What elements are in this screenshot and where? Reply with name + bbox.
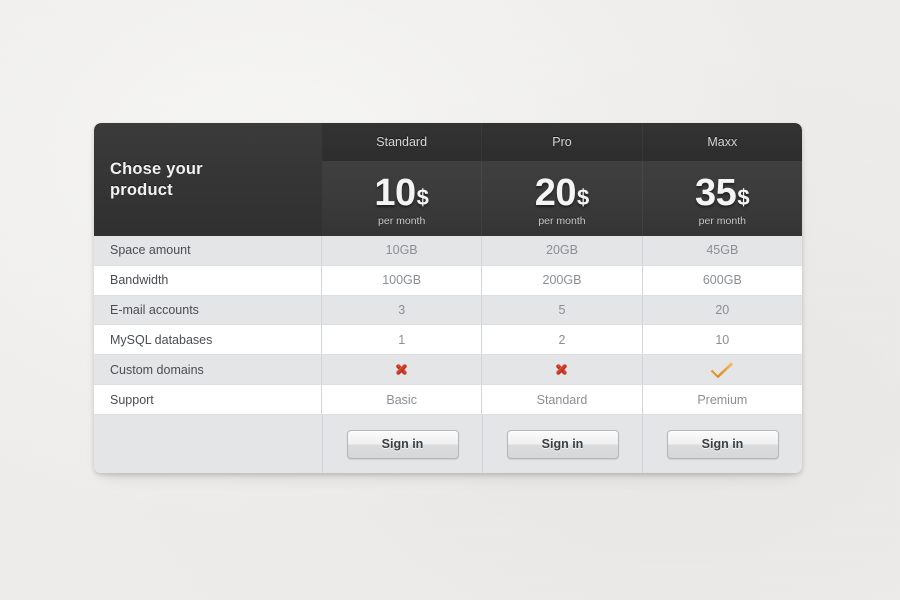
plan-name-standard: Standard (376, 135, 428, 149)
price-currency: $ (416, 185, 429, 210)
feature-label: Space amount (94, 236, 322, 265)
signin-button-standard[interactable]: Sign in (346, 429, 459, 459)
feature-value-icon (322, 355, 483, 385)
price-currency: $ (577, 185, 590, 210)
price-amount: 10 (374, 172, 416, 214)
page-title: Chose your product (110, 159, 203, 199)
feature-value: Basic (322, 385, 483, 414)
feature-label: MySQL databases (94, 325, 322, 355)
feature-value: Premium (697, 392, 748, 407)
price-currency: $ (737, 185, 750, 210)
cross-icon (556, 364, 568, 376)
plan-price-row: 10 $ per month 20 $ per month 35 $ per m… (322, 161, 802, 237)
footer-cell-standard: Sign in (323, 415, 483, 473)
table-row: Support Basic Standard Premium (94, 385, 802, 415)
plan-name-pro: Pro (481, 123, 641, 161)
feature-label: Custom domains (94, 355, 322, 385)
price-line: 35 $ (695, 174, 750, 212)
table-row: Custom domains (94, 355, 802, 386)
plan-name-row: Standard Pro Maxx (322, 123, 802, 161)
pricing-table-container: Chose your product Standard Pro Maxx 10 … (94, 123, 802, 473)
plan-name-maxx: Maxx (641, 123, 802, 161)
plan-price-maxx: 35 $ per month (641, 162, 802, 237)
feature-value: 5 (482, 295, 643, 325)
plan-price-pro: 20 $ per month (481, 162, 641, 237)
feature-label: Support (94, 385, 322, 414)
price-amount: 20 (534, 172, 577, 214)
feature-value: 20 (715, 303, 730, 318)
feature-value: 10GB (322, 236, 483, 265)
table-row: Space amount 10GB 20GB 45GB (94, 236, 802, 266)
plan-price-standard: 10 $ per month (322, 162, 481, 237)
feature-value: 20GB (482, 236, 643, 265)
feature-value: 3 (322, 295, 483, 325)
price-period: per month (378, 215, 426, 227)
price-line: 20 $ (535, 174, 590, 212)
feature-value: 600GB (702, 273, 742, 288)
table-body: Space amount 10GB 20GB 45GB Bandwidth 10… (94, 236, 802, 415)
feature-value: 1 (322, 325, 483, 355)
feature-value: Standard (482, 385, 643, 414)
table-header: Chose your product Standard Pro Maxx 10 … (94, 123, 802, 237)
price-line: 10 $ (374, 174, 429, 212)
feature-value-icon (482, 355, 643, 385)
feature-value: 2 (482, 325, 643, 355)
table-row: Bandwidth 100GB 200GB 600GB (94, 265, 802, 296)
feature-value: 100GB (322, 265, 483, 295)
price-period: per month (698, 215, 746, 227)
signin-button-maxx[interactable]: Sign in (666, 429, 779, 459)
pricing-table: Chose your product Standard Pro Maxx 10 … (94, 123, 802, 473)
check-icon (710, 362, 734, 379)
cross-icon (396, 364, 407, 376)
feature-label: E-mail accounts (94, 295, 322, 325)
price-period: per month (538, 215, 586, 227)
footer-spacer (94, 415, 323, 473)
feature-label: Bandwidth (94, 265, 322, 295)
table-footer: Sign in Sign in Sign in (94, 415, 802, 473)
price-amount: 35 (695, 172, 737, 214)
footer-cell-pro: Sign in (483, 415, 643, 473)
feature-value: 45GB (706, 243, 739, 258)
table-title-cell: Chose your product (94, 123, 322, 236)
footer-cell-maxx: Sign in (643, 415, 802, 473)
table-row: E-mail accounts 3 5 20 (94, 295, 802, 326)
feature-value-icon (643, 355, 802, 384)
feature-value: 10 (715, 332, 730, 347)
signin-button-pro[interactable]: Sign in (506, 429, 619, 459)
table-row: MySQL databases 1 2 10 (94, 325, 802, 356)
feature-value: 200GB (482, 265, 643, 295)
plans-header: Standard Pro Maxx 10 $ per month 20 $ pe… (322, 123, 802, 237)
